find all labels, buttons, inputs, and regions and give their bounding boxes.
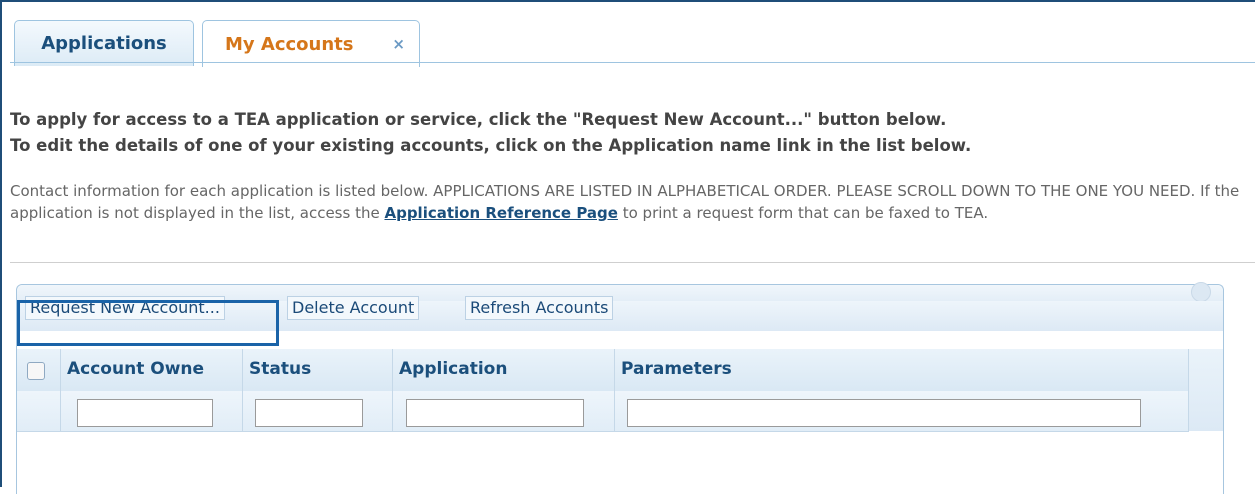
header-application[interactable]: Application <box>393 349 615 391</box>
status-filter-input[interactable] <box>255 399 363 427</box>
filter-cell-application <box>393 391 615 431</box>
tab-bar: Applications My Accounts × <box>2 2 1255 67</box>
window: Applications My Accounts × To apply for … <box>0 0 1255 494</box>
filter-cell-parameters <box>615 391 1189 431</box>
filter-cell-owner <box>61 391 243 431</box>
tab-applications-label: Applications <box>41 33 167 54</box>
grid-filter-row <box>17 391 1189 432</box>
instruction-line-1: To apply for access to a TEA application… <box>10 110 947 129</box>
close-icon[interactable]: × <box>392 35 405 53</box>
contact-text-after: to print a request form that can be faxe… <box>617 204 989 222</box>
tab-my-accounts-label: My Accounts <box>225 33 354 55</box>
application-filter-input[interactable] <box>406 399 584 427</box>
contact-info: Contact information for each application… <box>10 180 1252 224</box>
filter-cell-status <box>243 391 393 431</box>
panel-collapse-icon[interactable] <box>1191 282 1211 302</box>
tab-underline <box>10 62 1255 63</box>
tab-my-accounts[interactable]: My Accounts × <box>202 20 420 67</box>
instruction-line-2: To edit the details of one of your exist… <box>10 136 972 155</box>
select-all-checkbox[interactable] <box>27 362 45 380</box>
frame-left-border <box>0 0 2 487</box>
delete-account-button[interactable]: Delete Account <box>287 296 420 320</box>
grid-scrollbar-header <box>1188 349 1223 431</box>
application-reference-page-link[interactable]: Application Reference Page <box>384 204 617 222</box>
parameters-filter-input[interactable] <box>627 399 1141 427</box>
filter-cell-select <box>17 391 61 431</box>
header-account-owner[interactable]: Account Owne <box>61 349 243 391</box>
account-owner-filter-input[interactable] <box>77 399 213 427</box>
header-select-all-cell <box>17 349 61 391</box>
separator <box>10 262 1255 263</box>
accounts-grid-panel: Request New Account... Delete Account Re… <box>16 282 1224 494</box>
refresh-accounts-button[interactable]: Refresh Accounts <box>465 296 614 320</box>
header-parameters[interactable]: Parameters <box>615 349 1189 391</box>
tab-applications[interactable]: Applications <box>14 20 194 66</box>
header-status[interactable]: Status <box>243 349 393 391</box>
instructions: To apply for access to a TEA application… <box>10 107 1250 159</box>
grid-header-row: Account Owne Status Application Paramete… <box>17 349 1189 392</box>
request-new-account-button[interactable]: Request New Account... <box>25 296 225 320</box>
